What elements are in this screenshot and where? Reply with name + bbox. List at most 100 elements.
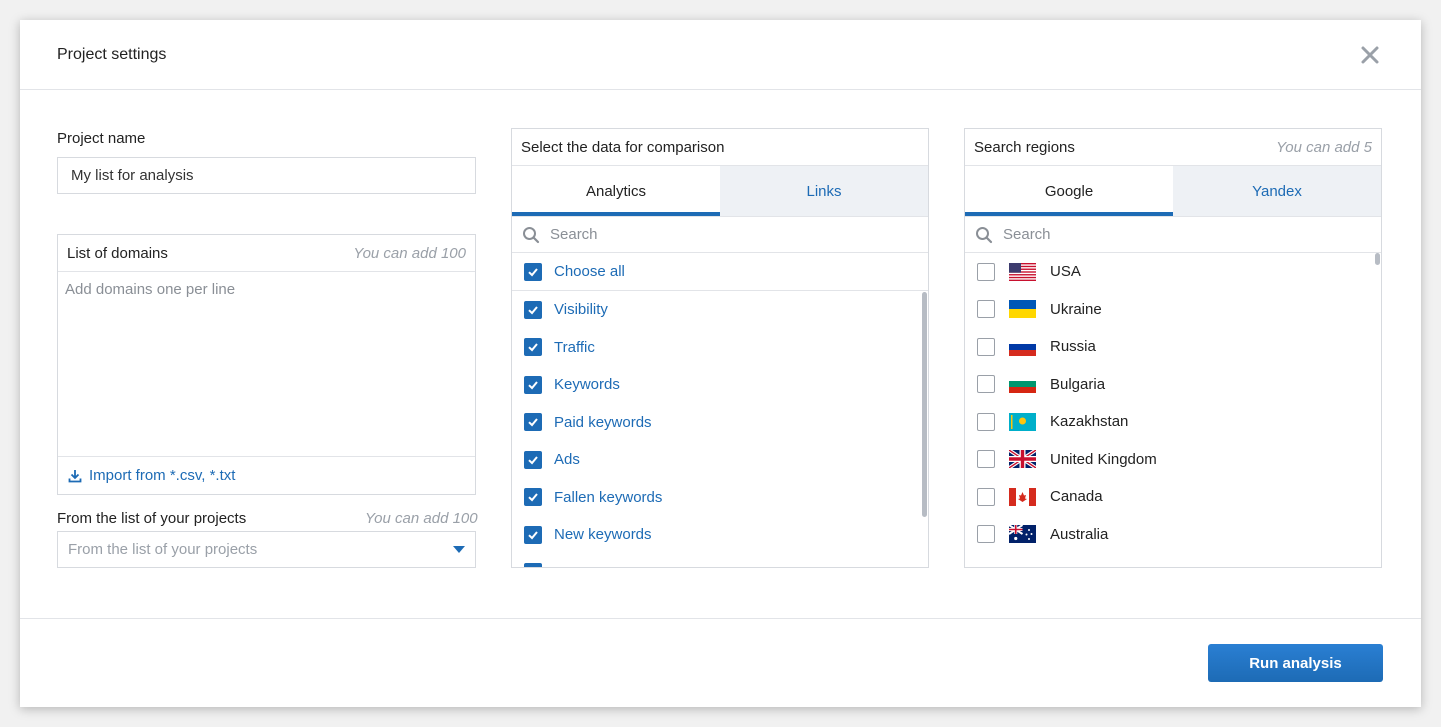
regions-scrollbar[interactable] [1375,253,1380,265]
list-item[interactable]: United Kingdom [965,441,1381,479]
modal-title: Project settings [57,46,167,63]
item-label: Kazakhstan [1050,413,1129,431]
projects-hint: You can add 100 [365,510,478,527]
projects-select-placeholder: From the list of your projects [68,541,258,558]
regions-search-placeholder: Search [1003,226,1051,243]
domains-header: List of domains You can add 100 [58,235,475,272]
comparison-search-placeholder: Search [550,226,598,243]
projects-label: From the list of your projects [57,510,247,527]
download-icon [68,469,82,482]
project-name-label: Project name [57,130,146,147]
regions-hint: You can add 5 [1276,138,1372,156]
item-checkbox[interactable] [524,338,542,357]
comparison-search-input[interactable]: Search [512,217,928,253]
comparison-scrollbar[interactable] [922,292,927,517]
comparison-header: Select the data for comparison [512,129,928,166]
item-label: New keywords [554,526,652,544]
item-label: Australia [1050,525,1109,543]
tab-yandex[interactable]: Yandex [1173,166,1381,216]
item-label: Ukraine [1050,300,1102,318]
import-button[interactable]: Import from *.csv, *.txt [58,457,475,494]
choose-all-row[interactable]: Choose all [512,253,928,291]
flag-bg-icon [1009,375,1036,394]
list-item[interactable]: Ukraine [965,291,1381,329]
list-item[interactable]: Visibility [512,291,928,329]
project-name-input[interactable]: My list for analysis [57,157,476,194]
regions-panel: Search regions You can add 5 Google Yand… [964,128,1382,568]
item-checkbox[interactable] [524,525,542,544]
projects-select[interactable]: From the list of your projects [57,531,476,568]
list-item[interactable]: Kazakhstan [965,403,1381,441]
domains-box: List of domains You can add 100 Add doma… [57,234,476,495]
item-label: USA [1050,263,1081,281]
item-label: Russia [1050,338,1096,356]
list-item[interactable]: New keywords [512,516,928,554]
item-label: United Kingdom [1050,450,1157,468]
list-item-partial[interactable] [512,554,928,567]
domains-hint: You can add 100 [353,244,466,262]
tab-google[interactable]: Google [965,166,1173,216]
item-label: Ads [554,451,580,469]
item-checkbox[interactable] [524,413,542,432]
flag-au-icon [1009,525,1036,544]
item-checkbox[interactable] [524,488,542,507]
chevron-down-icon [453,546,465,553]
tab-analytics[interactable]: Analytics [512,166,720,216]
item-label: Bulgaria [1050,375,1106,393]
flag-ca-icon [1009,487,1036,506]
regions-header: Search regions You can add 5 [965,129,1381,166]
item-checkbox[interactable] [977,337,995,356]
item-checkbox[interactable] [977,375,995,394]
list-item[interactable]: Bulgaria [965,366,1381,404]
close-icon[interactable] [1359,44,1381,66]
comparison-panel: Select the data for comparison Analytics… [511,128,929,568]
comparison-tabs: Analytics Links [512,166,928,217]
item-label: Fallen keywords [554,488,663,506]
item-label: Canada [1050,488,1103,506]
choose-all-label: Choose all [554,263,625,280]
regions-tabs: Google Yandex [965,166,1381,217]
list-item[interactable]: Traffic [512,329,928,367]
choose-all-checkbox[interactable] [524,262,542,281]
comparison-list: Visibility Traffic Keywords Paid keywords Ad… [512,291,928,567]
item-label: Paid keywords [554,413,652,431]
regions-list: USA Ukraine Russia Bulgaria Kazakhstan United… [965,253,1381,567]
flag-ru-icon [1009,337,1036,356]
import-label: Import from *.csv, *.txt [89,467,236,484]
list-item[interactable]: USA [965,253,1381,291]
item-checkbox[interactable] [977,262,995,281]
list-item[interactable]: Ads [512,441,928,479]
list-item[interactable]: Fallen keywords [512,479,928,517]
search-icon [523,226,540,243]
list-item[interactable]: Paid keywords [512,404,928,442]
item-checkbox[interactable] [524,375,542,394]
list-item[interactable]: Keywords [512,366,928,404]
list-item[interactable]: Russia [965,328,1381,366]
item-checkbox[interactable] [524,450,542,469]
item-label: Visibility [554,301,608,319]
item-checkbox[interactable] [524,300,542,319]
flag-ua-icon [1009,300,1036,319]
item-checkbox[interactable] [977,412,995,431]
list-item[interactable]: Canada [965,478,1381,516]
run-analysis-button[interactable]: Run analysis [1208,644,1383,682]
domains-label: List of domains [67,244,168,262]
item-checkbox[interactable] [524,563,542,567]
item-checkbox[interactable] [977,450,995,469]
item-checkbox[interactable] [977,487,995,506]
flag-kz-icon [1009,412,1036,431]
item-checkbox[interactable] [977,525,995,544]
item-label: Keywords [554,376,620,394]
modal-footer: Run analysis [20,618,1421,707]
flag-gb-icon [1009,450,1036,469]
regions-title: Search regions [974,138,1075,156]
domains-textarea[interactable]: Add domains one per line [58,272,475,457]
modal-header: Project settings [20,20,1421,90]
list-item[interactable]: Australia [965,516,1381,554]
regions-search-input[interactable]: Search [965,217,1381,253]
flag-us-icon [1009,262,1036,281]
tab-links[interactable]: Links [720,166,928,216]
search-icon [976,226,993,243]
item-checkbox[interactable] [977,300,995,319]
item-label: Traffic [554,338,595,356]
